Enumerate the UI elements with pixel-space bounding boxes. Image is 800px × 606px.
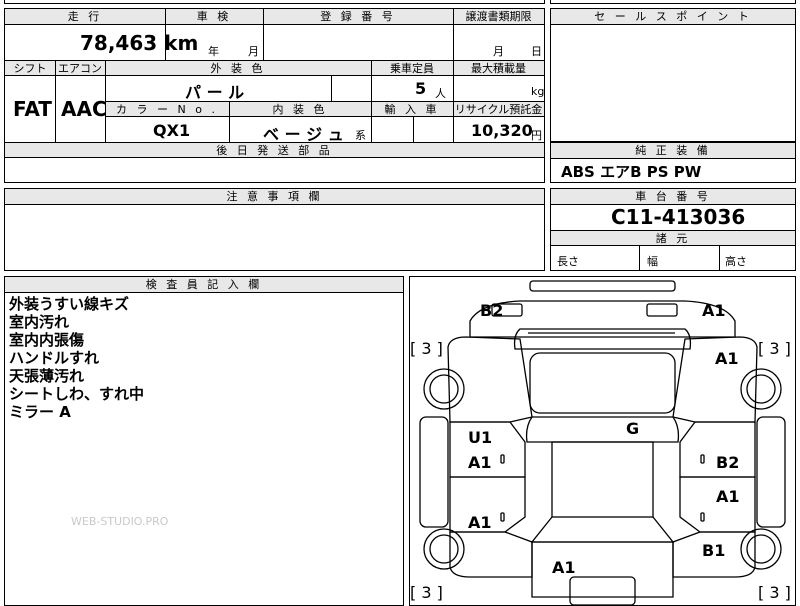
transfer-deadline-header: 譲渡書類期限 [453,9,544,25]
length-label: 長さ [557,255,579,268]
deadline-month-label: 月 [493,45,504,58]
capacity-unit: 人 [435,87,446,100]
capacity-header: 乗車定員 [371,60,453,76]
import-header: 輸 入 車 [371,101,453,117]
height-label: 高さ [725,255,747,268]
tire-rear-left: [ 3 ] [410,583,443,602]
note-line: ハンドルすれ [9,349,100,367]
damage-front-right: A1 [702,301,726,320]
damage-left-rear-door: A1 [468,513,492,532]
note-line: 外装うすい線キズ [9,295,130,313]
exterior-color-value: パ ー ル [185,83,245,102]
dimensions-header: 諸 元 [551,230,795,246]
aircon-header: エアコン [55,60,105,76]
load-unit: kg [531,85,545,98]
damage-rear: A1 [552,558,576,577]
chassis-header: 車 台 番 号 [551,189,795,205]
watermark: WEB-STUDIO.PRO [71,515,169,528]
note-line: ミラー A [9,403,71,421]
note-line: 室内内張傷 [9,331,85,349]
top-partial-right [550,0,796,4]
color-no-header: カ ラ ー N o . [105,101,229,117]
note-line: シートしわ、すれ中 [9,385,145,403]
shift-value: FAT [13,97,52,121]
recycle-unit: 円 [531,129,542,142]
standard-equipment-header: 純 正 装 備 [551,143,795,159]
recycle-amount: 10,320 [471,121,533,140]
inspection-month-label: 月 [248,45,259,58]
note-line: 室内汚れ [9,313,70,331]
max-load-header: 最大積載量 [453,60,544,76]
damage-front-left: B2 [480,301,504,320]
chassis-box: 車 台 番 号 C11-413036 諸 元 長さ 幅 高さ [550,188,796,271]
recycle-header: リサイクル預託金 [453,101,544,117]
top-partial-row [4,0,545,4]
damage-right-front-fender: A1 [715,349,739,368]
interior-color-suffix: 系 [355,129,366,142]
capacity-value: 5 [415,79,427,98]
sales-points-box: セ ー ル ス ポ イ ン ト [550,8,796,142]
inspector-notes-list: 外装うすい線キズ 室内汚れ 室内内張傷 ハンドルすれ 天張薄汚れ シートしわ、す… [9,295,144,421]
standard-equipment-box: 純 正 装 備 ABS エアB PS PW [550,142,796,183]
interior-color-header: 内 装 色 [229,101,371,117]
inspection-year-label: 年 [208,45,219,58]
damage-left-front-door: A1 [468,453,492,472]
later-parts-header: 後 日 発 送 部 品 [5,142,544,158]
note-line: 天張薄汚れ [9,367,85,385]
damage-roof: G [626,419,640,438]
shift-header: シフト [5,60,55,76]
tire-rear-right: [ 3 ] [758,583,791,602]
damage-right-front-door: B2 [716,453,740,472]
exterior-color-header: 外 装 色 [105,60,371,76]
standard-equipment-value: ABS エアB PS PW [561,163,702,181]
chassis-number: C11-413036 [611,205,746,229]
tire-front-right: [ 3 ] [758,339,791,358]
damage-map-box: B2 A1 A1 U1 A1 G B2 A1 A1 B1 A1 [ 3 ] [ … [409,276,796,606]
damage-right-rear-quarter: B1 [702,541,726,560]
mileage-value: 78,463 km [80,31,199,55]
mileage-header: 走 行 [5,9,165,25]
color-no-value: QX1 [153,121,191,140]
sales-points-header: セ ー ル ス ポ イ ン ト [551,9,795,25]
damage-left-front-door-upper: U1 [468,428,493,447]
registration-number-header: 登 録 番 号 [263,9,453,25]
aircon-value: AAC [61,97,107,121]
width-label: 幅 [647,255,658,268]
deadline-day-label: 日 [531,45,542,58]
inspector-notes-box: 検 査 員 記 入 欄 外装うすい線キズ 室内汚れ 室内内張傷 ハンドルすれ 天… [4,276,404,606]
caution-box: 注 意 事 項 欄 [4,188,545,271]
caution-header: 注 意 事 項 欄 [5,189,544,205]
tire-front-left: [ 3 ] [410,339,443,358]
inspector-notes-header: 検 査 員 記 入 欄 [5,277,403,293]
inspection-header: 車 検 [165,9,263,25]
main-info-block: 走 行 車 検 登 録 番 号 譲渡書類期限 78,463 km 年 月 月 日… [4,8,545,183]
damage-right-rear-door: A1 [716,487,740,506]
